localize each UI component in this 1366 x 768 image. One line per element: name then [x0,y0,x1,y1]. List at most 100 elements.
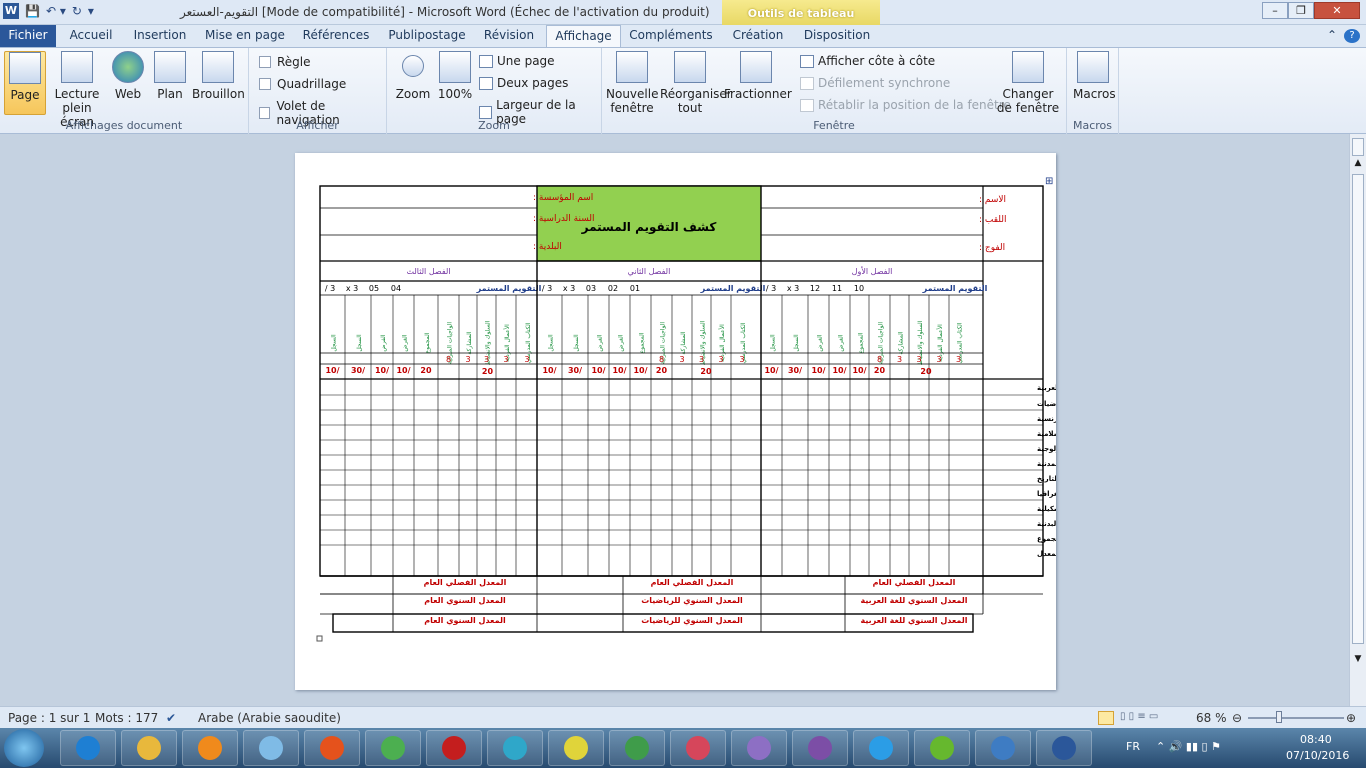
web-view-button[interactable]: Web [110,51,146,101]
tab-publipostage[interactable]: Publipostage [382,25,472,47]
page-width-icon [479,105,493,119]
ruler-checkbox[interactable]: Règle [259,55,311,69]
camtasia-icon [625,736,649,760]
word-count[interactable]: Mots : 177 [95,711,158,725]
group-macros: Macros Macros [1067,48,1119,134]
average-label: المعدل السنوي للغة العربية [860,596,967,605]
tab-creation[interactable]: Création [726,25,790,47]
tab-complements[interactable]: Compléments [626,25,716,47]
column-header: الفرض [838,334,845,351]
scroll-down-icon[interactable]: ▼ [1352,654,1364,668]
utorrent-taskbar-icon[interactable] [914,730,970,766]
switch-windows-button[interactable]: Changer de fenêtre [996,51,1060,115]
one-page-button[interactable]: Une page [479,54,555,68]
arrange-all-button[interactable]: Réorganiser tout [660,51,732,115]
start-orb-icon[interactable] [4,729,44,767]
tab-revision[interactable]: Révision [478,25,540,47]
two-pages-button[interactable]: Deux pages [479,76,568,90]
group-affichages-document: Page Lecture plein écran Web Plan Brouil… [0,48,249,134]
undo-icon[interactable]: ↶ ▾ [46,3,66,19]
proofing-icon[interactable]: ✔ [166,711,176,725]
full-screen-reading-button[interactable]: Lecture plein écran [48,51,106,129]
opera-taskbar-icon[interactable] [426,730,482,766]
synchronous-scroll-label: Défilement synchrone [818,76,951,90]
tab-insertion[interactable]: Insertion [126,25,194,47]
reset-window-position-button[interactable]: Rétablir la position de la fenêtre [800,98,1011,112]
page-count[interactable]: Page : 1 sur 1 [8,711,90,725]
camtasia-taskbar-icon[interactable] [609,730,665,766]
zoom-button[interactable]: Zoom [393,51,433,101]
zoom-level[interactable]: 68 % [1196,711,1227,725]
draft-view-button[interactable]: Brouillon [192,51,245,101]
tab-affichage[interactable]: Affichage [546,25,621,47]
max-points: 3 [524,355,529,364]
macros-button[interactable]: Macros [1073,51,1116,101]
macros-icon [1077,51,1109,83]
gridlines-checkbox[interactable]: Quadrillage [259,77,346,91]
tab-accueil[interactable]: Accueil [60,25,122,47]
page-view-button[interactable]: Page [4,51,46,115]
sync-taskbar-icon[interactable] [853,730,909,766]
split-button[interactable]: Fractionner [724,51,792,101]
clock-time[interactable]: 08:40 [1300,733,1332,746]
redo-icon[interactable]: ↻ [72,3,82,19]
document-page[interactable]: كشف التقويم المستمر اسم المؤسسة : السنة ال… [295,153,1093,690]
maximize-button[interactable]: ❐ [1288,2,1314,19]
zoom-100-label: 100% [437,87,473,101]
zoom-in-icon[interactable]: ⊕ [1346,711,1356,725]
close-button[interactable]: ✕ [1314,2,1360,19]
media-player-taskbar-icon[interactable] [182,730,238,766]
chrome-taskbar-icon[interactable] [365,730,421,766]
browser-taskbar-icon[interactable] [975,730,1031,766]
dictionary-taskbar-icon[interactable] [731,730,787,766]
vivaldi-taskbar-icon[interactable] [548,730,604,766]
zoom-100-button[interactable]: 100% [437,51,473,101]
scroll-thumb[interactable] [1352,174,1364,644]
zoom-slider-thumb[interactable] [1276,711,1282,723]
minimize-button[interactable]: – [1262,2,1288,19]
max-points: 3 [936,355,941,364]
quick-access-toolbar: W 💾 ↶ ▾ ↻ ▾ [3,3,94,19]
file-explorer-taskbar-icon[interactable] [121,730,177,766]
average-label: المعدل الفصلي العام [873,578,956,587]
print-layout-view-icon[interactable] [1098,711,1114,725]
video-taskbar-icon[interactable] [487,730,543,766]
word-taskbar-icon[interactable] [1036,730,1092,766]
synchronous-scroll-button[interactable]: Défilement synchrone [800,76,950,90]
scroll-up-icon[interactable]: ▲ [1352,158,1364,172]
firefox-taskbar-icon[interactable] [304,730,360,766]
subject-label: التربية المدنية [1037,460,1056,468]
tray-icons[interactable]: ⌃ 🔊 ▮▮ ▯ ⚑ [1156,740,1221,753]
file-explorer-icon [137,736,161,760]
side-by-side-button[interactable]: Afficher côte à côte [800,54,935,68]
subject-label: تربية إسلامية [1037,430,1056,438]
table-move-handle-icon[interactable]: ⊞ [1045,176,1053,187]
help-icon[interactable]: ? [1344,29,1360,43]
tab-mise-en-page[interactable]: Mise en page [200,25,290,47]
picasa-taskbar-icon[interactable] [670,730,726,766]
other-views-icons[interactable]: ▯ ▯ ≡ ▭ [1120,711,1158,722]
word-app-icon[interactable]: W [3,3,19,19]
tab-disposition[interactable]: Disposition [798,25,876,47]
clock-date[interactable]: 07/10/2016 [1286,749,1349,762]
denominator: /10 [852,366,866,375]
notepad-taskbar-icon[interactable] [243,730,299,766]
customize-qat-icon[interactable]: ▾ [88,3,94,19]
window-title: التقويم-العستعر [Mode de compatibilité] … [180,5,710,19]
ruler-toggle-icon[interactable] [1352,138,1364,156]
zoom-slider[interactable] [1248,717,1344,719]
zoom-out-icon[interactable]: ⊖ [1232,711,1242,725]
language-indicator[interactable]: Arabe (Arabie saoudite) [198,711,341,725]
tab-references[interactable]: Références [296,25,376,47]
onenote-taskbar-icon[interactable] [792,730,848,766]
save-icon[interactable]: 💾 [25,3,40,19]
denominator: /10 [325,366,339,375]
vertical-scrollbar[interactable]: ▲ ▼ [1349,134,1366,706]
new-window-button[interactable]: Nouvelle fenêtre [606,51,658,115]
input-language[interactable]: FR [1126,740,1140,753]
tab-fichier[interactable]: Fichier [0,25,56,47]
internet-explorer-taskbar-icon[interactable] [60,730,116,766]
ribbon-collapse-icon[interactable]: ⌃ [1324,25,1340,47]
outline-view-button[interactable]: Plan [152,51,188,101]
term-code: 3 x [346,284,358,293]
